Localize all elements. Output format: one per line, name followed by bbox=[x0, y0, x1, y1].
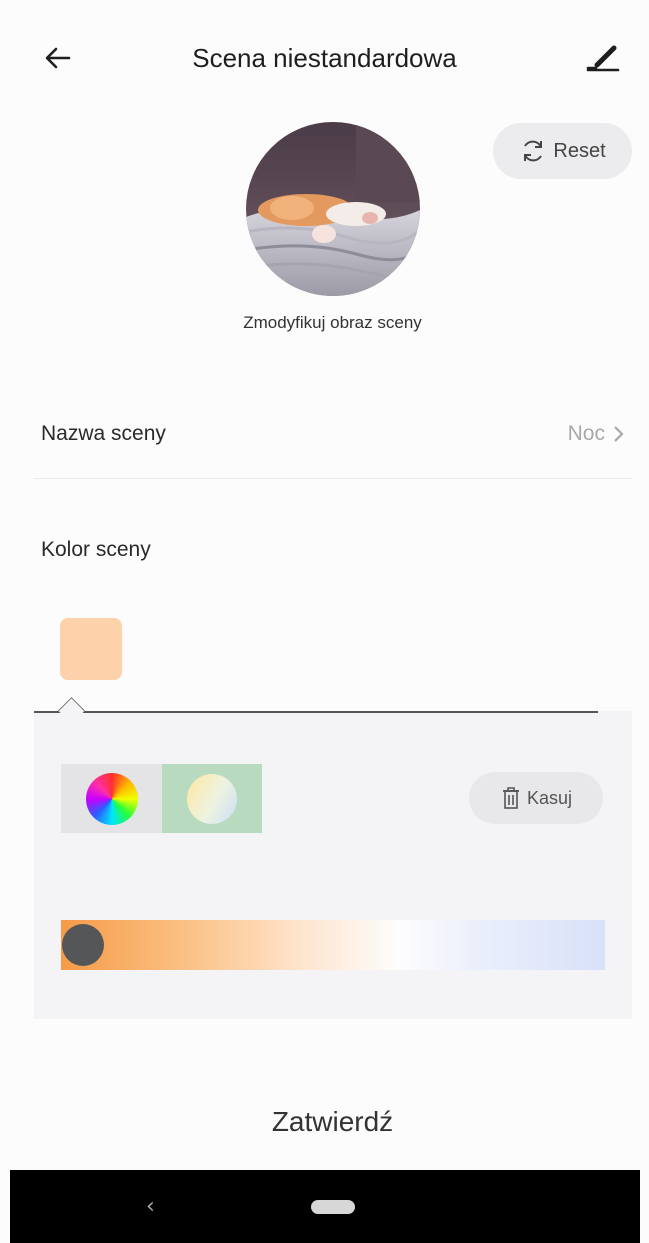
slider-thumb[interactable] bbox=[62, 924, 104, 966]
scene-photo bbox=[246, 122, 420, 296]
nav-back-icon[interactable]: ‹ bbox=[146, 1194, 155, 1219]
reset-button[interactable]: Reset bbox=[493, 123, 632, 179]
color-swatch[interactable] bbox=[60, 618, 122, 680]
reset-label: Reset bbox=[553, 139, 606, 162]
color-temperature-slider[interactable] bbox=[61, 920, 605, 970]
divider bbox=[34, 478, 632, 479]
white-temperature-icon bbox=[187, 773, 237, 824]
pencil-icon bbox=[586, 45, 620, 72]
color-wheel-icon bbox=[85, 772, 138, 825]
scene-color-label: Kolor sceny bbox=[41, 538, 151, 561]
delete-button[interactable]: Kasuj bbox=[469, 772, 603, 824]
page-title: Scena niestandardowa bbox=[192, 43, 457, 73]
scene-name-row[interactable]: Noc bbox=[568, 422, 625, 446]
trash-icon bbox=[502, 787, 519, 809]
nav-home-icon[interactable] bbox=[311, 1200, 355, 1214]
confirm-button[interactable]: Zatwierdź bbox=[0, 1106, 649, 1138]
delete-label: Kasuj bbox=[526, 787, 573, 808]
refresh-icon bbox=[524, 140, 543, 162]
scene-name-value: Noc bbox=[567, 422, 605, 445]
color-picker-panel bbox=[34, 711, 632, 1019]
modify-image-label[interactable]: Zmodyfikuj obraz sceny bbox=[0, 313, 649, 333]
color-wheel-mode-button[interactable] bbox=[61, 764, 162, 833]
chevron-right-icon bbox=[614, 426, 624, 442]
white-mode-button[interactable] bbox=[162, 764, 262, 833]
panel-divider bbox=[34, 711, 598, 713]
scene-name-label: Nazwa sceny bbox=[41, 422, 166, 445]
scene-image[interactable] bbox=[246, 122, 420, 296]
edit-button[interactable] bbox=[580, 34, 624, 78]
